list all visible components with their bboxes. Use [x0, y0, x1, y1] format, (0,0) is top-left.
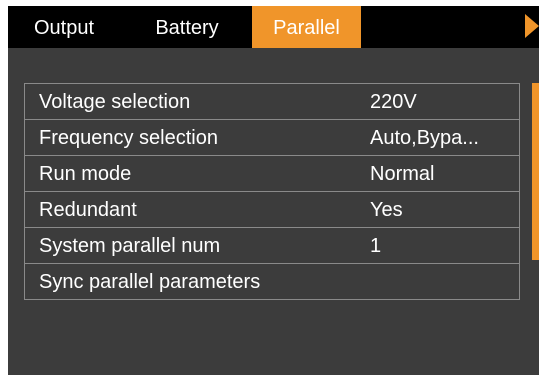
setting-label: Sync parallel parameters	[39, 271, 261, 293]
device-screen: Output Battery Parallel Voltage selectio…	[8, 6, 539, 375]
setting-value: Yes	[370, 199, 403, 221]
setting-label: Redundant	[39, 199, 137, 221]
setting-system-parallel-num[interactable]: System parallel num 1	[24, 227, 520, 264]
tab-battery[interactable]: Battery	[132, 6, 242, 48]
setting-value: Auto,Bypa...	[370, 127, 479, 149]
tab-bar: Output Battery Parallel	[8, 6, 539, 48]
setting-label: System parallel num	[39, 235, 221, 257]
setting-voltage-selection[interactable]: Voltage selection 220V	[24, 83, 520, 120]
setting-run-mode[interactable]: Run mode Normal	[24, 155, 520, 192]
setting-value: 220V	[370, 91, 417, 113]
setting-sync-parallel-parameters[interactable]: Sync parallel parameters	[24, 263, 520, 300]
setting-label: Frequency selection	[39, 127, 218, 149]
setting-frequency-selection[interactable]: Frequency selection Auto,Bypa...	[24, 119, 520, 156]
setting-label: Voltage selection	[39, 91, 191, 113]
next-tab-arrow-icon[interactable]	[525, 14, 539, 38]
settings-list: Voltage selection 220V Frequency selecti…	[24, 83, 520, 300]
tab-parallel[interactable]: Parallel	[252, 6, 361, 48]
setting-value: 1	[370, 235, 382, 257]
setting-label: Run mode	[39, 163, 132, 185]
setting-redundant[interactable]: Redundant Yes	[24, 191, 520, 228]
setting-value: Normal	[370, 163, 435, 185]
scrollbar-thumb[interactable]	[532, 83, 539, 260]
tab-output[interactable]: Output	[8, 6, 120, 48]
